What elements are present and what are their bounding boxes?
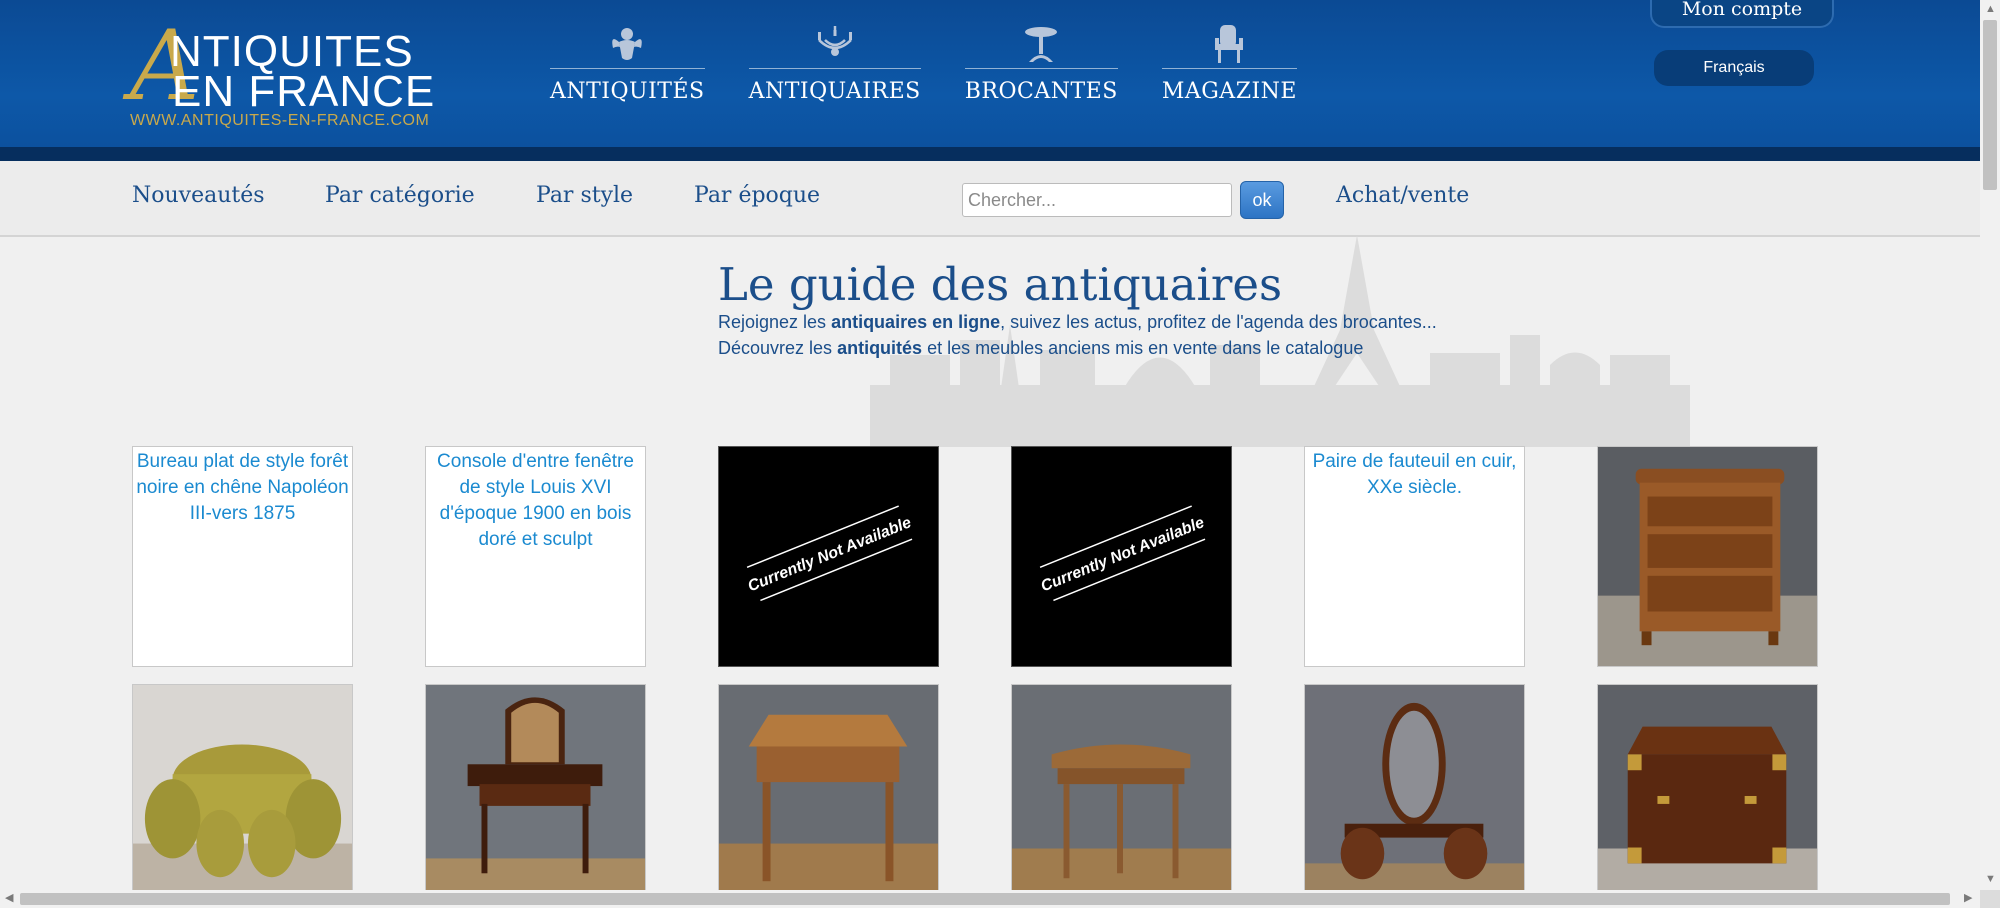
scroll-down-arrow-icon[interactable]: ▼ — [1985, 874, 1996, 885]
product-tile[interactable] — [1304, 684, 1525, 905]
oval-mirror-vanity-photo — [1305, 685, 1524, 904]
intro-text-part: Rejoignez les — [718, 312, 832, 332]
sub-nav-nouveautes[interactable]: Nouveautés — [132, 183, 265, 208]
sub-nav-achat-vente[interactable]: Achat/vente — [1336, 183, 1469, 208]
product-tile[interactable] — [718, 684, 939, 905]
vertical-scroll-thumb[interactable] — [1983, 20, 1997, 190]
intro-text-part: , suivez les actus, profitez de l'agenda… — [1000, 312, 1437, 332]
main-nav-magazine[interactable]: MAGAZINE — [1161, 22, 1297, 104]
horizontal-scrollbar[interactable]: ◀ ▶ — [0, 890, 1980, 908]
site-header: A NTIQUITES EN FRANCE WWW.ANTIQUITES-EN-… — [0, 0, 1980, 161]
product-tile[interactable] — [1597, 446, 1818, 667]
product-image-alt-text: Paire de fauteuil en cuir, XXe siècle. — [1312, 451, 1517, 498]
scrollbar-corner — [1980, 890, 2000, 908]
scroll-right-arrow-icon[interactable]: ▶ — [1964, 893, 1972, 904]
product-tile[interactable] — [425, 684, 646, 905]
writing-desk-photo — [719, 685, 938, 904]
product-tile[interactable]: Currently Not Available — [718, 446, 939, 667]
intro-line-1: Rejoignez les antiquaires en ligne, suiv… — [718, 309, 1437, 335]
pedestal-table-icon — [1019, 22, 1063, 66]
sub-nav-par-categorie[interactable]: Par catégorie — [325, 183, 475, 208]
product-tile[interactable] — [1597, 684, 1818, 905]
header-bottom-band — [0, 147, 1980, 161]
campaign-chest-photo — [1598, 685, 1817, 904]
nav-divider — [964, 68, 1118, 69]
sub-nav-par-style[interactable]: Par style — [536, 183, 633, 208]
account-button[interactable]: Mon compte — [1650, 0, 1834, 28]
page-title: Le guide des antiquaires — [718, 258, 1283, 311]
unavailable-placeholder: Currently Not Available — [1039, 505, 1207, 602]
product-tile[interactable]: Currently Not Available — [1011, 446, 1232, 667]
sub-nav-par-epoque[interactable]: Par époque — [694, 183, 820, 208]
unavailable-placeholder: Currently Not Available — [746, 505, 914, 602]
main-nav-label: MAGAZINE — [1161, 79, 1297, 104]
search-input[interactable] — [962, 183, 1232, 217]
product-tile[interactable] — [132, 684, 353, 905]
vertical-scrollbar[interactable]: ▲ ▼ — [1980, 0, 2000, 890]
intro-text: Rejoignez les antiquaires en ligne, suiv… — [718, 309, 1437, 361]
unavailable-label: Currently Not Available — [1039, 514, 1207, 595]
product-image-alt-text: Bureau plat de style forêt noire en chên… — [136, 451, 349, 524]
scroll-left-arrow-icon[interactable]: ◀ — [5, 893, 13, 904]
main-nav-antiquaires[interactable]: ANTIQUAIRES — [748, 22, 921, 104]
intro-text-part: Découvrez les — [718, 338, 838, 358]
site-logo[interactable]: A NTIQUITES EN FRANCE WWW.ANTIQUITES-EN-… — [130, 18, 440, 136]
sub-nav: Nouveautés Par catégorie Par style Par é… — [0, 161, 1980, 237]
product-tile[interactable]: Console d'entre fenêtre de style Louis X… — [425, 446, 646, 667]
armchair-icon — [1207, 22, 1251, 66]
product-tile[interactable]: Bureau plat de style forêt noire en chên… — [132, 446, 353, 667]
main-nav-label: ANTIQUITÉS — [550, 79, 705, 104]
cherub-icon — [605, 22, 649, 66]
chandelier-icon — [813, 22, 857, 66]
yellow-salon-set-photo — [133, 685, 352, 904]
chest-of-drawers-photo — [1598, 447, 1817, 666]
nav-divider — [748, 68, 921, 69]
demi-lune-console-photo — [1012, 685, 1231, 904]
main-nav-brocantes[interactable]: BROCANTES — [964, 22, 1118, 104]
main-nav-label: BROCANTES — [964, 79, 1118, 104]
search-ok-button[interactable]: ok — [1240, 181, 1284, 219]
logo-line-2: EN FRANCE — [172, 67, 436, 116]
nav-divider — [1161, 68, 1297, 69]
intro-text-part: et les meubles anciens mis en vente dans… — [922, 338, 1364, 358]
logo-url: WWW.ANTIQUITES-EN-FRANCE.COM — [130, 112, 430, 129]
main-nav: ANTIQUITÉS ANTIQUAIRES BROCANTES MAGAZIN… — [550, 22, 1297, 104]
unavailable-label: Currently Not Available — [746, 514, 914, 595]
language-selector[interactable]: Français — [1654, 50, 1814, 86]
horizontal-scroll-thumb[interactable] — [20, 893, 1950, 905]
product-tile[interactable]: Paire de fauteuil en cuir, XXe siècle. — [1304, 446, 1525, 667]
product-tile[interactable] — [1011, 684, 1232, 905]
nav-divider — [550, 68, 705, 69]
scroll-up-arrow-icon[interactable]: ▲ — [1985, 4, 1996, 15]
intro-link-antiquites[interactable]: antiquités — [837, 338, 922, 358]
intro-line-2: Découvrez les antiquités et les meubles … — [718, 335, 1437, 361]
intro-link-antiquaires[interactable]: antiquaires en ligne — [831, 312, 1000, 332]
main-nav-label: ANTIQUAIRES — [748, 79, 921, 104]
main-nav-antiquites[interactable]: ANTIQUITÉS — [550, 22, 705, 104]
product-image-alt-text: Console d'entre fenêtre de style Louis X… — [437, 451, 634, 550]
dressing-table-photo — [426, 685, 645, 904]
